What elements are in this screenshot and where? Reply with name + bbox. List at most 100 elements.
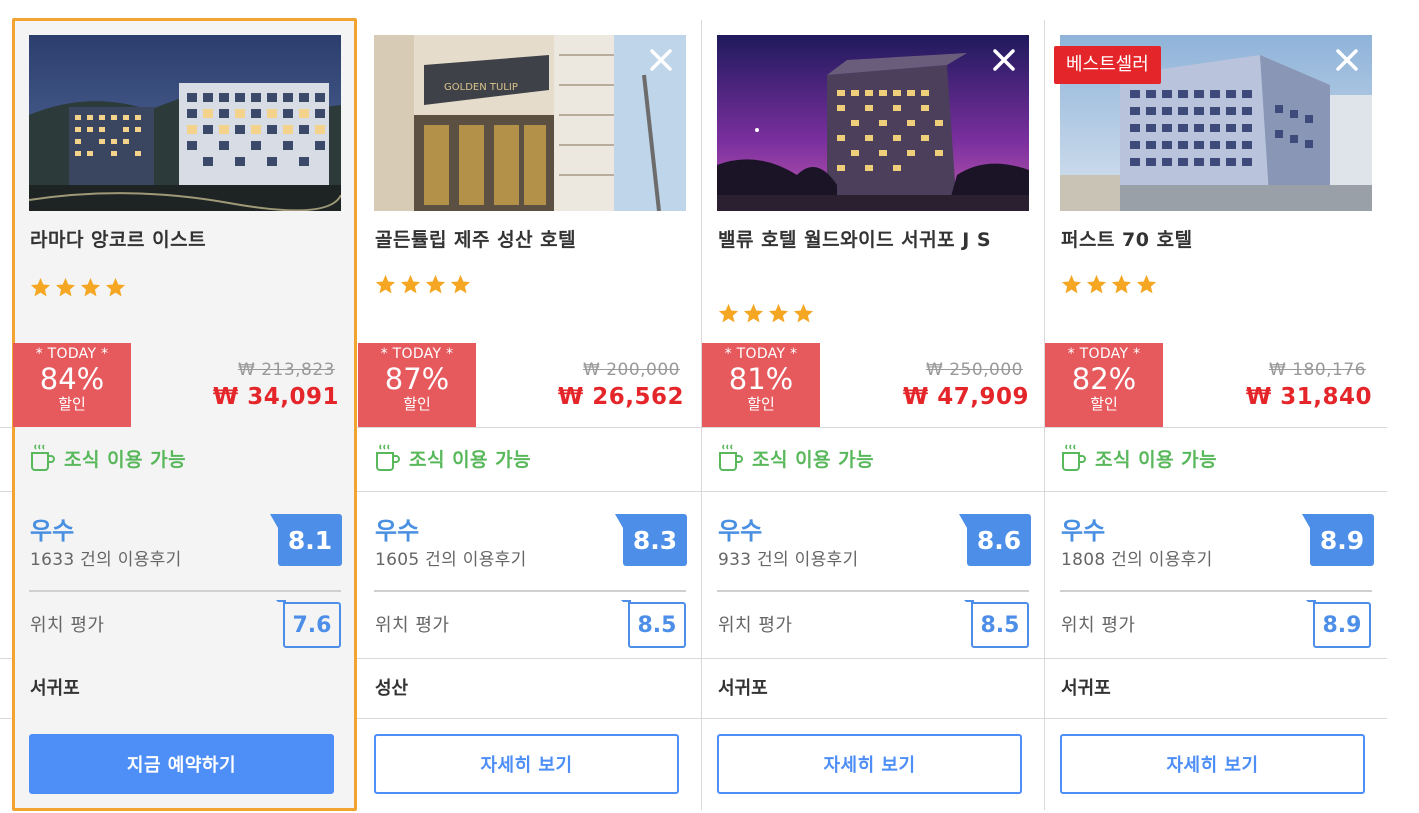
breakfast-label: 조식 이용 가능: [64, 448, 187, 471]
sale-price[interactable]: ₩ 31,840: [1172, 384, 1372, 410]
star-icon: [1136, 274, 1157, 294]
close-icon: [1336, 49, 1358, 71]
hotel-photo[interactable]: GOLDEN TULIP: [374, 35, 686, 211]
coffee-cup-icon: [719, 444, 743, 471]
coffee-cup-icon: [376, 444, 400, 471]
section-divider: [1060, 590, 1372, 592]
review-count[interactable]: 933 건의 이용후기: [718, 545, 858, 570]
book-now-button[interactable]: 지금 예약하기: [29, 734, 334, 794]
star-icon: [1061, 274, 1082, 294]
discount-badge: * TODAY * 87% 할인: [358, 343, 476, 427]
breakfast-available: 조식 이용 가능: [375, 443, 531, 473]
remove-hotel-close-button[interactable]: [986, 42, 1022, 78]
breakfast-label: 조식 이용 가능: [409, 448, 532, 471]
review-score-badge: 8.3: [615, 514, 687, 566]
location-rating-label: 위치 평가: [375, 615, 450, 636]
original-price: ₩ 200,000: [582, 360, 680, 380]
discount-today-label: * TODAY *: [1067, 346, 1141, 362]
star-icon: [105, 277, 126, 297]
star-icon: [30, 277, 51, 297]
discount-percent: 82%: [1071, 362, 1137, 396]
star-icon: [793, 303, 814, 323]
location-score-badge: 8.9: [1306, 600, 1371, 648]
review-count[interactable]: 1633 건의 이용후기: [30, 545, 182, 570]
bestseller-badge: 베스트셀러: [1054, 46, 1161, 84]
hotel-photo[interactable]: [29, 35, 341, 211]
hotel-name[interactable]: 라마다 앙코르 이스트: [30, 225, 310, 256]
view-details-button[interactable]: 자세히 보기: [717, 734, 1022, 794]
review-score: 8.3: [623, 514, 687, 566]
discount-label: 할인: [747, 395, 775, 413]
star-icon: [1086, 274, 1107, 294]
section-divider: [374, 590, 686, 592]
section-divider: [29, 590, 341, 592]
remove-hotel-close-button[interactable]: [643, 42, 679, 78]
star-icon: [718, 303, 739, 323]
star-rating: [1060, 273, 1158, 296]
discount-today-label: * TODAY *: [724, 346, 798, 362]
remove-hotel-close-button[interactable]: [1329, 42, 1365, 78]
hotel-name[interactable]: 퍼스트 70 호텔: [1061, 225, 1341, 256]
sale-price[interactable]: ₩ 26,562: [484, 384, 684, 410]
discount-badge: * TODAY * 84% 할인: [13, 343, 131, 427]
breakfast-label: 조식 이용 가능: [752, 448, 875, 471]
original-price: ₩ 180,176: [1268, 360, 1366, 380]
star-icon: [400, 274, 421, 294]
breakfast-available: 조식 이용 가능: [1061, 443, 1217, 473]
review-score-badge: 8.6: [959, 514, 1031, 566]
discount-today-label: * TODAY *: [35, 346, 109, 362]
hotel-card-value-hotel[interactable]: 밸류 호텔 월드와이드 서귀포 J S * TODAY * 81% 할인 ₩ 2…: [687, 0, 1031, 813]
hotel-card-first-70[interactable]: 베스트셀러 퍼스트 70 호텔 * TODAY * 82% 할인 ₩ 180,1…: [1030, 0, 1374, 813]
close-icon: [650, 49, 672, 71]
star-icon: [55, 277, 76, 297]
star-icon: [375, 274, 396, 294]
location-score: 8.9: [1313, 602, 1371, 648]
view-details-button[interactable]: 자세히 보기: [1060, 734, 1365, 794]
location-score: 7.6: [283, 602, 341, 648]
hotel-area: 서귀포: [1061, 678, 1111, 699]
hotel-card-golden-tulip[interactable]: GOLDEN TULIP 골든튤립 제주 성산 호텔 * TODAY * 87%…: [344, 0, 687, 813]
sale-price[interactable]: ₩ 34,091: [139, 384, 339, 410]
discount-badge: * TODAY * 82% 할인: [1045, 343, 1163, 427]
discount-today-label: * TODAY *: [380, 346, 454, 362]
discount-percent: 84%: [39, 362, 105, 396]
view-details-button[interactable]: 자세히 보기: [374, 734, 679, 794]
hotel-area: 서귀포: [30, 678, 80, 699]
review-count[interactable]: 1808 건의 이용후기: [1061, 545, 1213, 570]
breakfast-available: 조식 이용 가능: [30, 443, 186, 473]
hotel-name[interactable]: 골든튤립 제주 성산 호텔: [375, 225, 655, 256]
location-rating-label: 위치 평가: [1061, 615, 1136, 636]
star-icon: [425, 274, 446, 294]
location-score-badge: 7.6: [276, 600, 341, 648]
star-rating: [29, 276, 127, 299]
rating-word: 우수: [30, 517, 75, 545]
coffee-cup-icon: [1062, 444, 1086, 471]
star-icon: [80, 277, 101, 297]
review-count[interactable]: 1605 건의 이용후기: [375, 545, 527, 570]
location-rating-label: 위치 평가: [30, 615, 105, 636]
sale-price[interactable]: ₩ 47,909: [829, 384, 1029, 410]
svg-text:GOLDEN TULIP: GOLDEN TULIP: [444, 82, 518, 93]
review-score: 8.6: [967, 514, 1031, 566]
close-icon: [993, 49, 1015, 71]
location-score-badge: 8.5: [964, 600, 1029, 648]
breakfast-available: 조식 이용 가능: [718, 443, 874, 473]
hotel-card-ramada[interactable]: 라마다 앙코르 이스트 * TODAY * 84% 할인 ₩ 213,823 ₩…: [0, 0, 357, 813]
star-icon: [743, 303, 764, 323]
review-score: 8.9: [1310, 514, 1374, 566]
review-score-badge: 8.9: [1302, 514, 1374, 566]
rating-word: 우수: [375, 517, 420, 545]
review-score: 8.1: [278, 514, 342, 566]
star-icon: [450, 274, 471, 294]
hotel-area: 서귀포: [718, 678, 768, 699]
rating-word: 우수: [718, 517, 763, 545]
location-score-badge: 8.5: [621, 600, 686, 648]
hotel-photo[interactable]: [717, 35, 1029, 211]
star-rating: [717, 302, 815, 325]
discount-percent: 87%: [384, 362, 450, 396]
location-score: 8.5: [971, 602, 1029, 648]
original-price: ₩ 250,000: [925, 360, 1023, 380]
star-icon: [768, 303, 789, 323]
location-rating-label: 위치 평가: [718, 615, 793, 636]
hotel-name[interactable]: 밸류 호텔 월드와이드 서귀포 J S: [718, 225, 998, 256]
